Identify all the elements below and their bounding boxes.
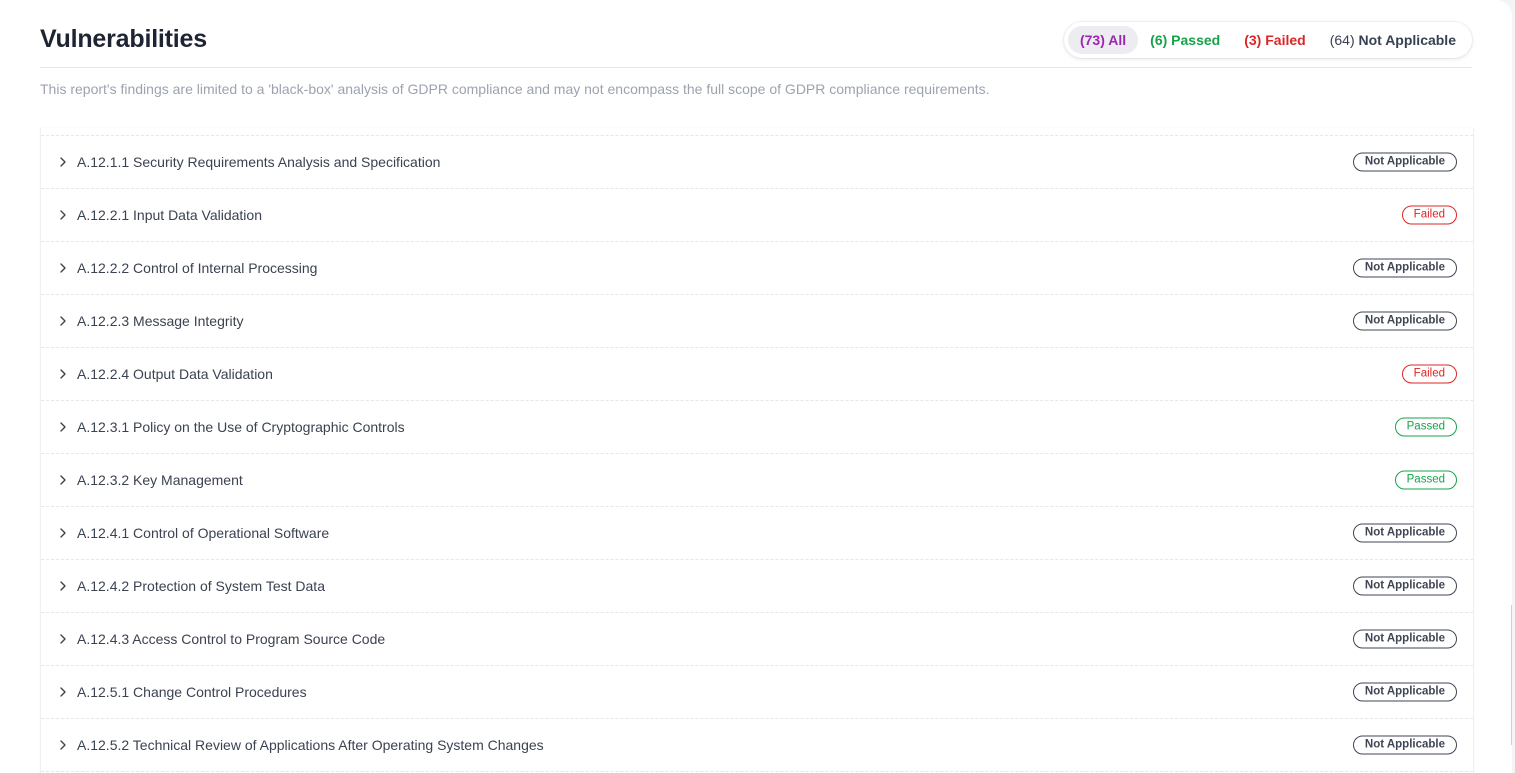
filter-not-applicable-count: (64) — [1329, 32, 1355, 48]
filter-not-applicable-label: Not Applicable — [1358, 32, 1457, 48]
status-badge: Not Applicable — [1352, 576, 1457, 596]
vulnerability-title: A.12.4.3 Access Control to Program Sourc… — [77, 631, 386, 647]
vulnerability-row[interactable]: A.12.4.3 Access Control to Program Sourc… — [41, 613, 1473, 666]
status-badge: Not Applicable — [1352, 152, 1457, 172]
filter-passed-count: (6) — [1150, 32, 1168, 48]
status-filter-group: (73) All (6) Passed (3) Failed (64) Not … — [1063, 22, 1472, 58]
vulnerability-row[interactable]: A.12.3.2 Key Management Passed — [41, 454, 1473, 507]
vulnerability-title: A.12.5.2 Technical Review of Application… — [77, 737, 544, 753]
filter-all-label: All — [1108, 32, 1127, 48]
status-badge: Failed — [1401, 364, 1457, 384]
filter-all[interactable]: (73) All — [1067, 26, 1139, 54]
chevron-right-icon[interactable] — [58, 422, 68, 432]
vulnerability-title: A.12.1.1 Security Requirements Analysis … — [77, 154, 441, 170]
chevron-right-icon[interactable] — [58, 263, 68, 273]
status-badge: Failed — [1401, 205, 1457, 225]
status-badge: Not Applicable — [1352, 682, 1457, 702]
vulnerabilities-card: Vulnerabilities (73) All (6) Passed (3) … — [0, 0, 1512, 773]
vulnerability-title: A.12.3.1 Policy on the Use of Cryptograp… — [77, 419, 405, 435]
status-badge: Passed — [1394, 417, 1457, 437]
chevron-right-icon[interactable] — [58, 475, 68, 485]
chevron-right-icon[interactable] — [58, 210, 68, 220]
status-badge: Not Applicable — [1352, 258, 1457, 278]
chevron-right-icon[interactable] — [58, 634, 68, 644]
status-badge: Passed — [1394, 470, 1457, 490]
filter-passed-label: Passed — [1171, 32, 1221, 48]
vulnerability-title: A.12.5.1 Change Control Procedures — [77, 684, 307, 700]
status-badge: Not Applicable — [1352, 735, 1457, 755]
chevron-right-icon[interactable] — [58, 581, 68, 591]
status-badge: Not Applicable — [1352, 523, 1457, 543]
vulnerability-list: A.12.1.1 Security Requirements Analysis … — [40, 128, 1474, 773]
vulnerability-row[interactable]: A.12.2.4 Output Data Validation Failed — [41, 348, 1473, 401]
vulnerability-title: A.12.2.3 Message Integrity — [77, 313, 244, 329]
filter-failed-count: (3) — [1244, 32, 1262, 48]
vulnerability-title: A.12.2.1 Input Data Validation — [77, 207, 262, 223]
card-header: Vulnerabilities (73) All (6) Passed (3) … — [40, 22, 1472, 68]
vulnerability-row[interactable]: A.12.4.1 Control of Operational Software… — [41, 507, 1473, 560]
filter-failed-label: Failed — [1265, 32, 1306, 48]
vulnerability-title: A.12.4.1 Control of Operational Software — [77, 525, 330, 541]
status-badge: Not Applicable — [1352, 629, 1457, 649]
vulnerability-row[interactable]: A.12.2.1 Input Data Validation Failed — [41, 189, 1473, 242]
chevron-right-icon[interactable] — [58, 740, 68, 750]
chevron-right-icon[interactable] — [58, 369, 68, 379]
vulnerability-row[interactable]: A.12.5.1 Change Control Procedures Not Ap… — [41, 666, 1473, 719]
chevron-right-icon[interactable] — [58, 687, 68, 697]
scrollbar[interactable] — [1511, 605, 1512, 745]
vulnerability-row[interactable]: A.12.4.2 Protection of System Test Data N… — [41, 560, 1473, 613]
vulnerability-row[interactable]: A.12.1.1 Security Requirements Analysis … — [41, 136, 1473, 189]
chevron-right-icon[interactable] — [58, 157, 68, 167]
disclaimer-text: This report's findings are limited to a … — [40, 81, 990, 97]
chevron-right-icon[interactable] — [58, 528, 68, 538]
vulnerability-row[interactable]: A.12.2.2 Control of Internal Processing N… — [41, 242, 1473, 295]
vulnerability-row[interactable]: A.12.2.3 Message Integrity Not Applicable — [41, 295, 1473, 348]
vulnerability-title: A.12.2.2 Control of Internal Processing — [77, 260, 318, 276]
status-badge: Not Applicable — [1352, 311, 1457, 331]
filter-failed[interactable]: (3) Failed — [1232, 26, 1317, 54]
vulnerability-title: A.12.3.2 Key Management — [77, 472, 243, 488]
vulnerability-title: A.12.4.2 Protection of System Test Data — [77, 578, 325, 594]
chevron-right-icon[interactable] — [58, 316, 68, 326]
filter-all-count: (73) — [1079, 32, 1105, 48]
vulnerability-row[interactable]: A.12.5.2 Technical Review of Application… — [41, 719, 1473, 772]
filter-passed[interactable]: (6) Passed — [1138, 26, 1232, 54]
filter-not-applicable[interactable]: (64) Not Applicable — [1318, 26, 1468, 54]
vulnerability-row[interactable]: A.12.3.1 Policy on the Use of Cryptograp… — [41, 401, 1473, 454]
page-title: Vulnerabilities — [40, 25, 207, 53]
vulnerability-title: A.12.2.4 Output Data Validation — [77, 366, 273, 382]
